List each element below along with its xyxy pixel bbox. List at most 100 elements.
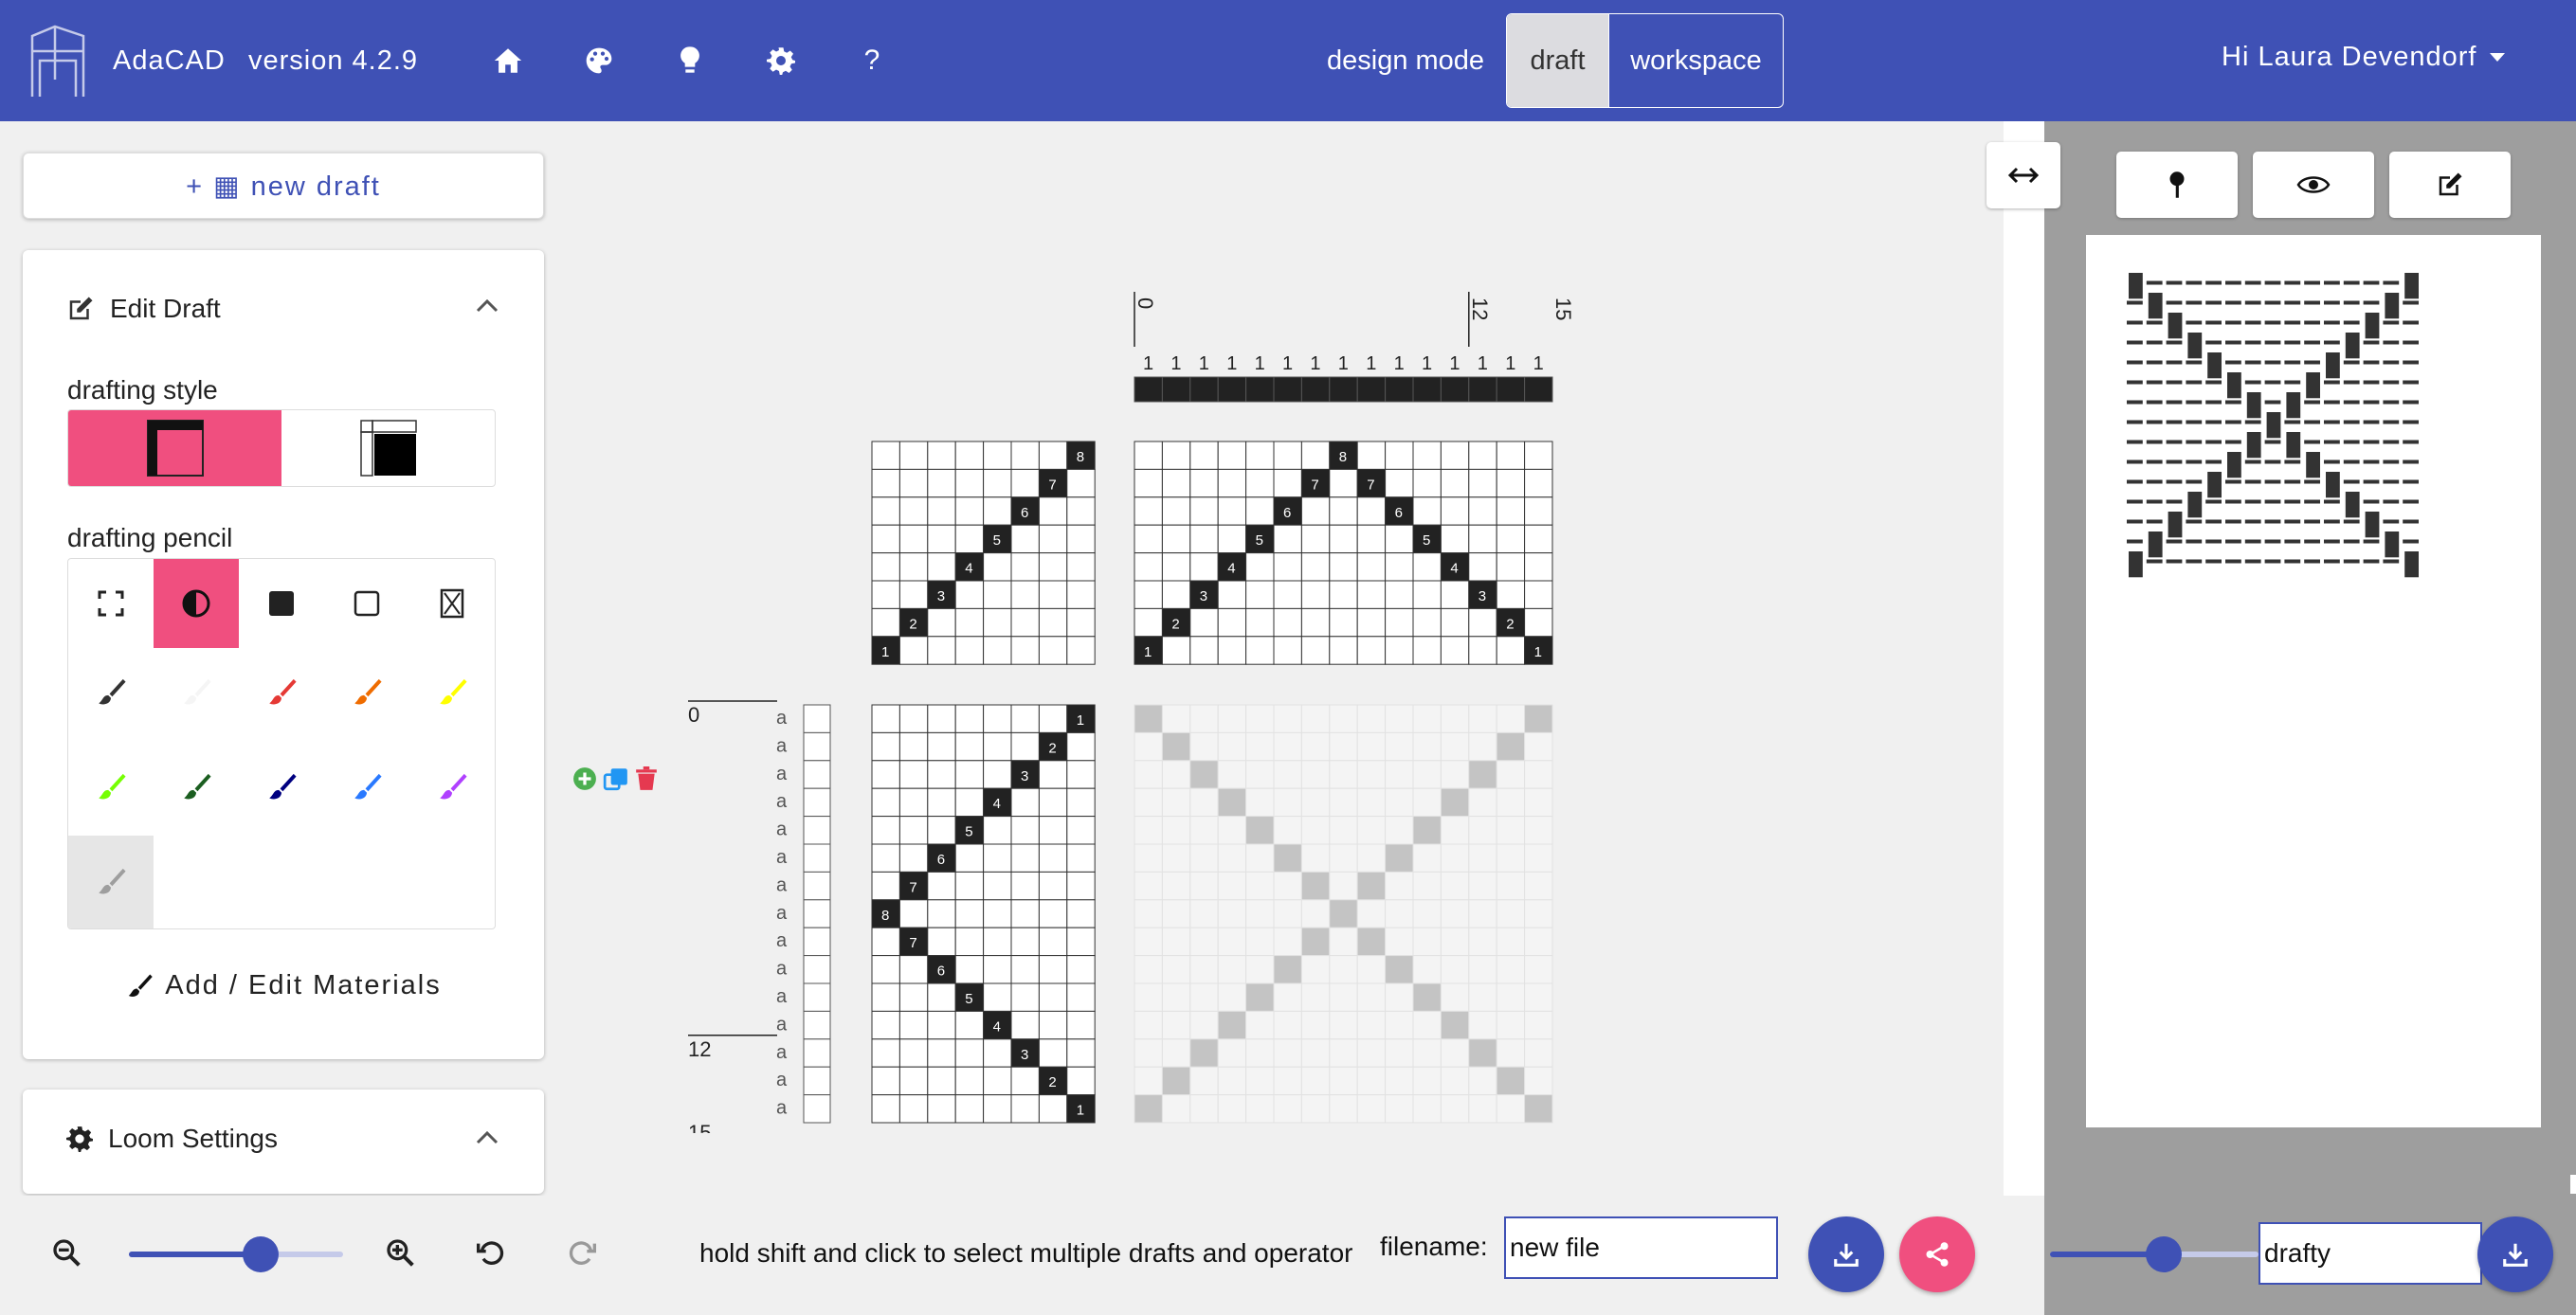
drawdown-cell[interactable] [1134,816,1163,845]
threading-cell[interactable] [1134,524,1163,554]
drawdown-cell[interactable] [1496,1066,1526,1096]
drawdown-cell[interactable] [1273,955,1302,984]
drawdown-cell[interactable] [1217,816,1247,845]
drawdown-cell[interactable] [1189,1010,1219,1040]
treadling-cell[interactable] [927,1066,956,1096]
drawdown-cell[interactable] [1468,899,1497,928]
treadling-cell[interactable] [871,843,900,873]
drawdown-cell[interactable] [1468,731,1497,762]
toggle-tool-icon[interactable] [154,559,239,648]
threading-cell[interactable] [1161,468,1191,498]
threading-cell[interactable] [1440,524,1470,554]
tieup-cell[interactable] [871,496,900,526]
threading-cell[interactable] [1161,524,1191,554]
treadling-cell[interactable] [983,843,1012,873]
treadling-cell[interactable] [1038,871,1068,901]
tieup-cell[interactable] [1066,636,1096,665]
drawdown-cell[interactable] [1524,871,1553,901]
threading-cell[interactable] [1440,441,1470,470]
tieup-cell[interactable] [1066,552,1096,582]
drawdown-cell[interactable] [1412,927,1442,957]
tieup-cell[interactable] [871,468,900,498]
treadling-cell[interactable] [954,871,985,901]
treadling-cell[interactable] [954,704,985,733]
treadling-cell[interactable] [983,927,1012,957]
tieup-cell[interactable] [927,496,956,526]
drawdown-cell[interactable] [1412,787,1442,818]
unset-tool-icon[interactable] [409,559,495,648]
drawdown-cell[interactable] [1134,1038,1163,1068]
drawdown-cell[interactable] [1161,955,1191,984]
drawdown-cell[interactable] [1161,816,1191,845]
drawdown-cell[interactable] [1300,899,1331,928]
treadling-cell[interactable] [1038,843,1068,873]
tieup-cell[interactable] [898,636,929,665]
drawdown-cell[interactable] [1412,982,1442,1012]
home-icon[interactable] [489,42,527,80]
drawdown-cell[interactable] [1189,704,1219,733]
tieup-cell[interactable] [927,524,956,554]
mode-draft-button[interactable]: draft [1507,14,1608,107]
threading-cell[interactable] [1440,636,1470,665]
drawdown-cell[interactable] [1356,1038,1387,1068]
delete-icon[interactable] [635,766,658,791]
threading-cell[interactable] [1412,580,1442,609]
drawdown-cell[interactable] [1440,816,1470,845]
threading-cell[interactable] [1356,441,1387,470]
threading-cell[interactable] [1524,468,1553,498]
material-pencil-icon[interactable] [68,838,154,927]
warp-system-cell[interactable] [1524,376,1553,403]
treadling-cell[interactable] [1010,871,1040,901]
drawdown-cell[interactable] [1134,982,1163,1012]
treadling-cell[interactable] [1066,843,1096,873]
treadling-cell[interactable] [1010,1066,1040,1096]
treadling-cell[interactable] [927,927,956,957]
drawdown-cell[interactable] [1496,955,1526,984]
threading-cell[interactable] [1412,636,1442,665]
drawdown-cell[interactable] [1161,1010,1191,1040]
threading-cell[interactable] [1524,552,1553,582]
tieup-cell[interactable] [871,607,900,638]
threading-cell[interactable] [1300,441,1331,470]
drawdown-cell[interactable] [1356,1094,1387,1124]
treadling-cell[interactable] [983,982,1012,1012]
tieup-cell[interactable] [1038,524,1068,554]
weft-system-cell[interactable] [803,1038,831,1068]
treadling-cell[interactable] [871,760,900,789]
tieup-cell[interactable] [871,524,900,554]
warp-system-cell[interactable] [1468,376,1497,403]
threading-cell[interactable] [1217,636,1247,665]
drawdown-cell[interactable] [1356,816,1387,845]
warp-system-cell[interactable] [1161,376,1191,403]
threading-cell[interactable] [1189,468,1219,498]
drawdown-cell[interactable] [1440,760,1470,789]
tieup-cell[interactable] [983,636,1012,665]
tieup-cell[interactable] [898,580,929,609]
drawdown-cell[interactable] [1468,816,1497,845]
drawdown-cell[interactable] [1440,899,1470,928]
threading-cell[interactable] [1356,524,1387,554]
drawdown-cell[interactable] [1245,787,1275,818]
tieup-cell[interactable] [898,468,929,498]
warp-system-cell[interactable] [1496,376,1526,403]
drawdown-cell[interactable] [1412,955,1442,984]
threading-cell[interactable] [1245,468,1275,498]
treadling-cell[interactable] [898,704,929,733]
drawdown-cell[interactable] [1189,787,1219,818]
treadling-cell[interactable] [983,899,1012,928]
treadling-cell[interactable] [954,1038,985,1068]
weft-system-cell[interactable] [803,1066,831,1096]
drawdown-cell[interactable] [1496,816,1526,845]
threading-cell[interactable] [1385,607,1414,638]
drawdown-cell[interactable] [1468,871,1497,901]
material-pencil-icon[interactable] [239,648,324,737]
threading-cell[interactable] [1356,552,1387,582]
drawdown-cell[interactable] [1468,982,1497,1012]
drawdown-cell[interactable] [1385,731,1414,762]
weft-system-cell[interactable] [803,1094,831,1124]
drawdown-cell[interactable] [1217,1094,1247,1124]
threading-cell[interactable] [1496,636,1526,665]
treadling-cell[interactable] [1066,899,1096,928]
drawdown-cell[interactable] [1440,787,1470,818]
undo-icon[interactable] [476,1237,506,1268]
